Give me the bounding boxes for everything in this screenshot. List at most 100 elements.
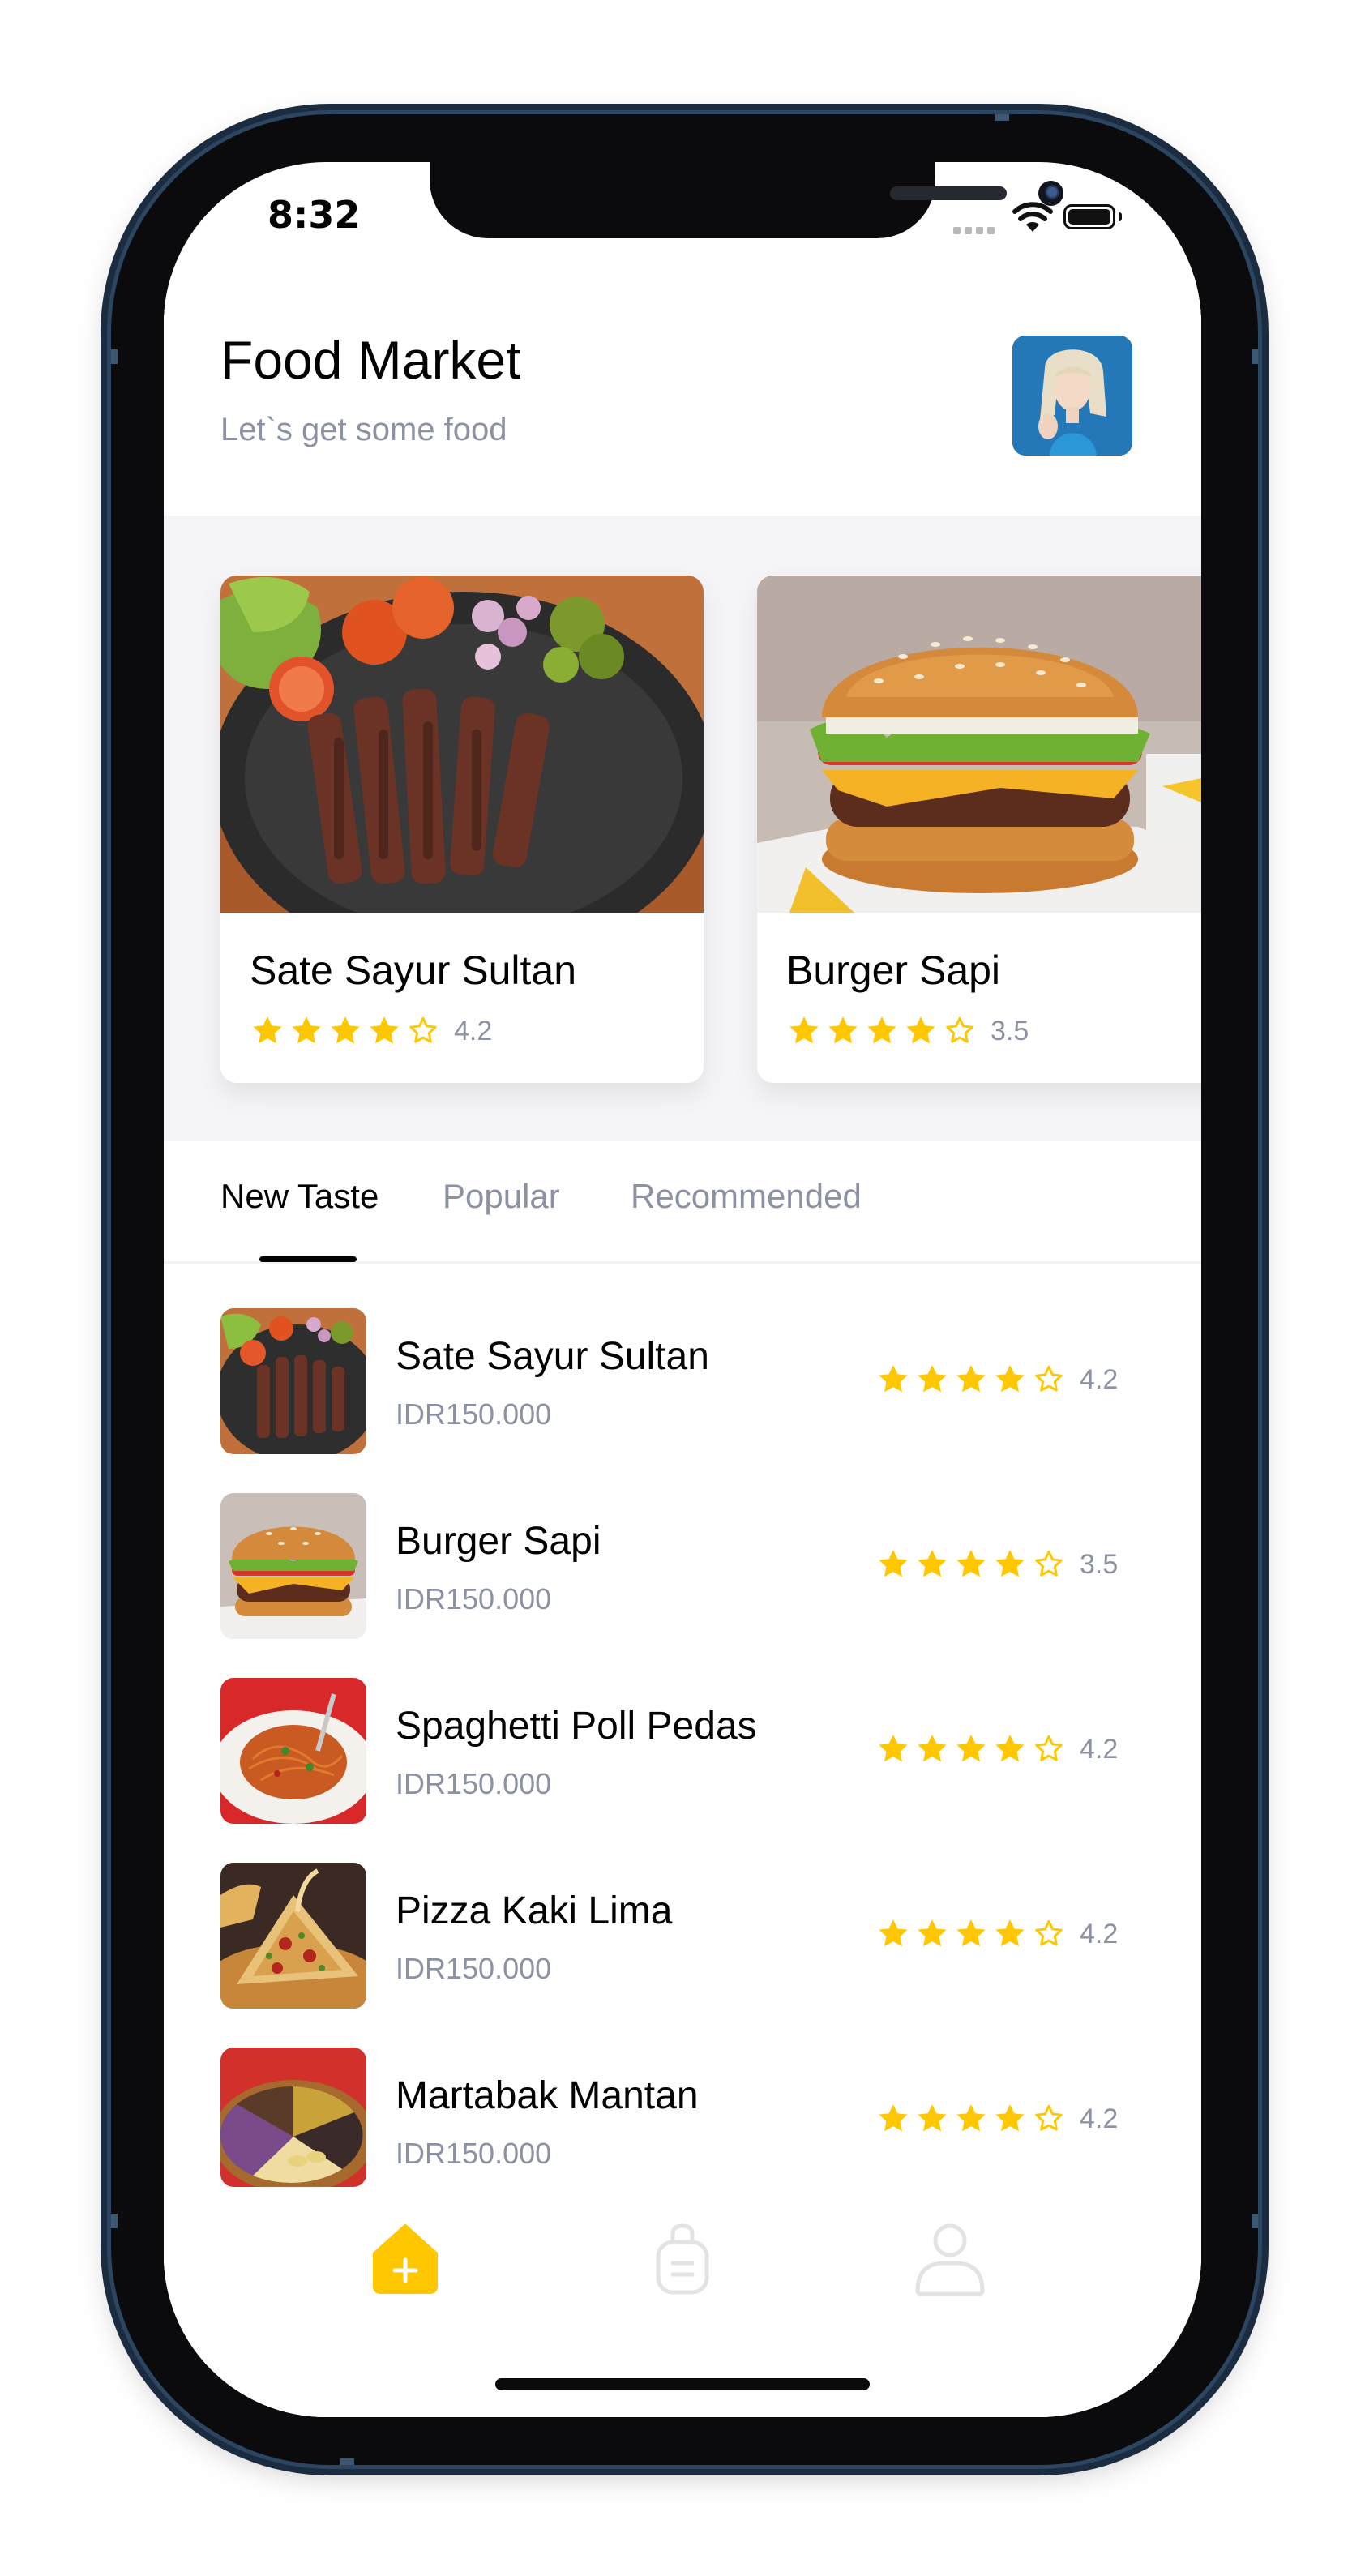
rating-value: 4.2	[1080, 1918, 1119, 1949]
wifi-icon	[1012, 202, 1053, 232]
active-tab-indicator	[259, 1256, 357, 1262]
battery-nub	[1119, 212, 1122, 221]
order-bag-icon	[656, 2223, 709, 2295]
rating-value: 4.2	[1080, 2103, 1119, 2134]
antenna-band	[111, 2214, 118, 2228]
food-thumbnail-martabak	[220, 2048, 366, 2187]
star-filled-icon	[789, 1016, 819, 1044]
rating: 4.2	[250, 1013, 492, 1049]
list-item[interactable]: Martabak Mantan IDR150.000 4.2	[220, 2048, 1128, 2193]
nav-home[interactable]	[365, 2218, 454, 2307]
rating-stars	[875, 2101, 1067, 2137]
food-thumbnail-burger	[220, 1493, 366, 1639]
star-filled-icon	[918, 2104, 947, 2132]
star-filled-icon	[918, 1550, 947, 1577]
star-empty-icon	[946, 1016, 973, 1043]
rating-stars	[786, 1013, 978, 1049]
star-filled-icon	[253, 1016, 282, 1044]
volume-up-button	[101, 707, 111, 869]
star-filled-icon	[292, 1016, 321, 1044]
battery-icon	[1063, 204, 1115, 229]
antenna-band	[995, 114, 1009, 121]
star-filled-icon	[956, 1735, 986, 1762]
bottom-navigation	[164, 2205, 1201, 2325]
food-image-sate	[220, 576, 704, 913]
power-button	[1258, 762, 1269, 1021]
rating-stars	[250, 1013, 441, 1049]
star-filled-icon	[956, 1550, 986, 1577]
featured-food-name: Sate Sayur Sultan	[250, 948, 577, 993]
star-filled-icon	[331, 1016, 360, 1044]
rating-value: 4.2	[1080, 1363, 1119, 1395]
featured-food-card[interactable]: Burger Sapi 3.5	[757, 576, 1201, 1083]
rating: 4.2	[875, 1731, 1118, 1767]
featured-food-name: Burger Sapi	[786, 948, 1001, 993]
rating: 4.2	[875, 1916, 1118, 1952]
star-empty-icon	[1035, 1919, 1063, 1946]
rating-value: 3.5	[991, 1015, 1029, 1046]
status-time: 8:32	[267, 193, 361, 237]
front-camera	[1038, 181, 1063, 206]
home-indicator[interactable]	[495, 2378, 870, 2390]
rating-stars	[875, 1362, 1067, 1397]
star-empty-icon	[1035, 1735, 1063, 1761]
rating: 4.2	[875, 1362, 1118, 1397]
star-filled-icon	[956, 1919, 986, 1947]
food-price: IDR150.000	[396, 1767, 552, 1800]
star-filled-icon	[879, 1735, 908, 1762]
star-filled-icon	[918, 1919, 947, 1947]
food-name: Spaghetti Poll Pedas	[396, 1705, 757, 1748]
star-filled-icon	[879, 2104, 908, 2132]
food-price: IDR150.000	[396, 2137, 552, 2170]
food-price: IDR150.000	[396, 1397, 552, 1431]
star-filled-icon	[956, 2104, 986, 2132]
star-filled-icon	[995, 1365, 1025, 1393]
star-empty-icon	[1035, 2104, 1063, 2131]
cellular-signal-icon	[953, 222, 999, 237]
rating: 3.5	[875, 1547, 1118, 1582]
tab-recommended[interactable]: Recommended	[631, 1177, 862, 1216]
star-filled-icon	[956, 1365, 986, 1393]
list-item[interactable]: Burger Sapi IDR150.000 3.5	[220, 1493, 1128, 1639]
star-filled-icon	[995, 1735, 1025, 1762]
featured-food-card[interactable]: Sate Sayur Sultan 4.2	[220, 576, 704, 1083]
star-filled-icon	[906, 1016, 935, 1044]
food-name: Martabak Mantan	[396, 2074, 699, 2117]
star-filled-icon	[995, 2104, 1025, 2132]
list-item[interactable]: Spaghetti Poll Pedas IDR150.000 4.2	[220, 1678, 1128, 1824]
rating-value: 3.5	[1080, 1548, 1119, 1580]
star-empty-icon	[1035, 1365, 1063, 1392]
star-filled-icon	[918, 1735, 947, 1762]
food-price: IDR150.000	[396, 1582, 552, 1615]
avatar[interactable]	[1012, 336, 1132, 456]
volume-down-button	[101, 909, 111, 1072]
food-thumbnail-sate	[220, 1308, 366, 1454]
food-name: Burger Sapi	[396, 1520, 601, 1563]
rating-stars	[875, 1916, 1067, 1952]
antenna-band	[111, 349, 118, 364]
rating: 3.5	[786, 1013, 1029, 1049]
star-empty-icon	[409, 1016, 437, 1043]
list-item[interactable]: Sate Sayur Sultan IDR150.000 4.2	[220, 1308, 1128, 1454]
home-icon	[373, 2224, 438, 2294]
rating-stars	[875, 1731, 1067, 1767]
profile-icon	[915, 2223, 985, 2296]
star-filled-icon	[370, 1016, 399, 1044]
food-image-burger	[757, 576, 1201, 913]
food-price: IDR150.000	[396, 1952, 552, 1985]
rating: 4.2	[875, 2101, 1118, 2137]
star-filled-icon	[995, 1919, 1025, 1947]
list-item[interactable]: Pizza Kaki Lima IDR150.000 4.2	[220, 1863, 1128, 2009]
nav-profile[interactable]	[909, 2218, 999, 2307]
tab-popular[interactable]: Popular	[443, 1177, 560, 1216]
app-header: Food Market Let`s get some food	[164, 276, 1201, 516]
star-filled-icon	[918, 1365, 947, 1393]
star-filled-icon	[879, 1919, 908, 1947]
food-thumbnail-pizza	[220, 1863, 366, 2009]
nav-orders[interactable]	[642, 2218, 731, 2307]
page-subtitle: Let`s get some food	[220, 412, 507, 447]
rating-value: 4.2	[1080, 1733, 1119, 1765]
avatar-photo	[1012, 336, 1132, 456]
tab-new-taste[interactable]: New Taste	[220, 1177, 379, 1216]
antenna-band	[1252, 2214, 1258, 2228]
